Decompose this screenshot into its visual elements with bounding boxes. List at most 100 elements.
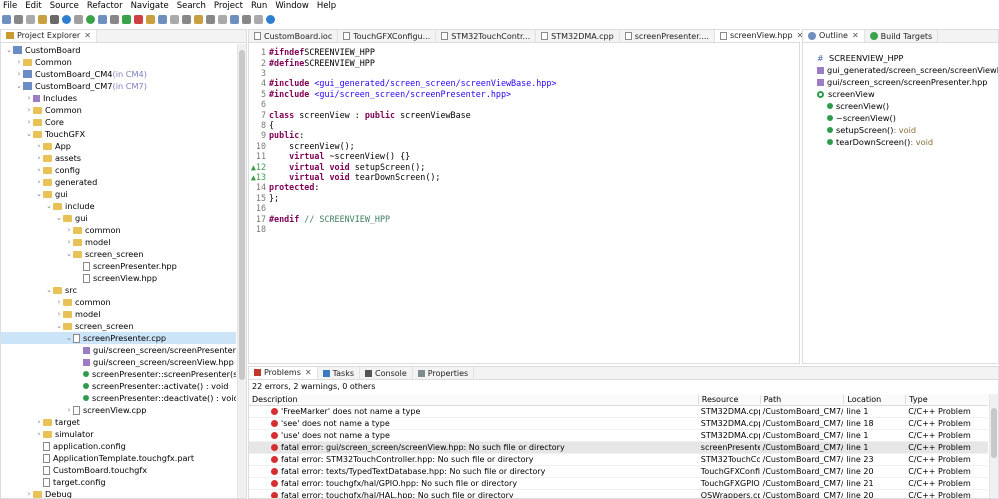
close-icon[interactable]: ✕: [84, 31, 91, 40]
menu-run[interactable]: Run: [251, 1, 267, 11]
problems-tab[interactable]: Tasks: [318, 367, 361, 379]
debug-icon[interactable]: [62, 15, 71, 24]
editor-tab[interactable]: STM32DMA.cpp: [536, 30, 620, 42]
tree-item[interactable]: › Common: [1, 104, 236, 116]
tree-item[interactable]: › model: [1, 236, 236, 248]
tree-item[interactable]: › Includes: [1, 92, 236, 104]
tree-item[interactable]: screenPresenter::deactivate() : void: [1, 392, 236, 404]
prev-annotation-icon[interactable]: [206, 15, 215, 24]
chevron-icon[interactable]: ›: [65, 238, 73, 246]
tree-item[interactable]: › common: [1, 296, 236, 308]
pen-icon[interactable]: [170, 15, 179, 24]
tree-item[interactable]: ⌄ TouchGFX: [1, 128, 236, 140]
outline-item[interactable]: setupScreen() : void: [803, 124, 916, 136]
outline-item[interactable]: gui_generated/screen_screen/screenViewBa…: [803, 64, 998, 76]
tree-item[interactable]: ⌄ screen_screen: [1, 248, 236, 260]
menu-edit[interactable]: Edit: [25, 1, 41, 11]
problems-tab[interactable]: Properties: [413, 367, 475, 379]
stop-icon[interactable]: [134, 15, 143, 24]
back-icon[interactable]: [230, 15, 239, 24]
code-area[interactable]: 1 #ifndefSCREENVIEW_HPP 2 #defineSCREENVIEW…: [249, 44, 799, 363]
outline-tab[interactable]: Build Targets: [865, 30, 939, 42]
menu-navigate[interactable]: Navigate: [131, 1, 169, 11]
problem-row[interactable]: 'see' does not name a type STM32DMA.cpp/C…: [249, 418, 988, 430]
tree-item[interactable]: › config: [1, 164, 236, 176]
info-icon[interactable]: [266, 15, 275, 24]
menu-help[interactable]: Help: [317, 1, 336, 11]
tree-item[interactable]: ⌄ gui: [1, 188, 236, 200]
editor-tab[interactable]: CustomBoard.ioc: [249, 30, 339, 42]
tree-item[interactable]: ApplicationTemplate.touchgfx.part: [1, 452, 236, 464]
run-icon[interactable]: [86, 15, 95, 24]
menu-file[interactable]: File: [3, 1, 17, 11]
tree-item[interactable]: ⌄ src: [1, 284, 236, 296]
chevron-icon[interactable]: ⌄: [35, 190, 43, 198]
outline-item[interactable]: ~screenView(): [803, 112, 896, 124]
tree-item[interactable]: ⌄ screenPresenter.cpp: [1, 332, 236, 344]
outline-item[interactable]: # SCREENVIEW_HPP: [803, 52, 903, 64]
column-header[interactable]: Description: [249, 395, 698, 404]
close-icon[interactable]: ✕: [305, 368, 312, 377]
profile-icon[interactable]: [98, 15, 107, 24]
toggle-icon[interactable]: [194, 15, 203, 24]
problem-row[interactable]: fatal error: touchgfx/hal/HAL.hpp: No su…: [249, 490, 988, 498]
tree-item[interactable]: › Core: [1, 116, 236, 128]
search-icon[interactable]: [158, 15, 167, 24]
tree-item[interactable]: › generated: [1, 176, 236, 188]
tree-item[interactable]: screenPresenter::activate() : void: [1, 380, 236, 392]
next-annotation-icon[interactable]: [218, 15, 227, 24]
settings-icon[interactable]: [74, 15, 83, 24]
chevron-icon[interactable]: ›: [55, 298, 63, 306]
tree-item[interactable]: › Debug: [1, 488, 236, 498]
tree-item[interactable]: › screenView.cpp: [1, 404, 236, 416]
column-header[interactable]: Location: [843, 395, 905, 404]
open-folder-icon[interactable]: [146, 15, 155, 24]
problem-row[interactable]: 'use' does not name a type STM32DMA.cpp/C…: [249, 430, 988, 442]
problems-scrollbar[interactable]: [989, 394, 998, 498]
tree-item[interactable]: application.config: [1, 440, 236, 452]
column-header[interactable]: Type: [905, 395, 988, 404]
chevron-icon[interactable]: ›: [35, 142, 43, 150]
open-icon[interactable]: [38, 15, 47, 24]
tree-item[interactable]: › common: [1, 224, 236, 236]
tree-item[interactable]: screenPresenter::screenPresenter(screenV: [1, 368, 236, 380]
chevron-icon[interactable]: ›: [35, 166, 43, 174]
tree-item[interactable]: target.config: [1, 476, 236, 488]
outline-item[interactable]: tearDownScreen() : void: [803, 136, 933, 148]
tree-item[interactable]: › simulator: [1, 428, 236, 440]
chevron-icon[interactable]: ›: [65, 226, 73, 234]
menu-refactor[interactable]: Refactor: [87, 1, 123, 11]
chevron-icon[interactable]: ⌄: [15, 82, 23, 90]
problems-tab[interactable]: Console: [360, 367, 413, 379]
chevron-icon[interactable]: ›: [25, 118, 33, 126]
tree-item[interactable]: › App: [1, 140, 236, 152]
tree-item[interactable]: screenPresenter.hpp: [1, 260, 236, 272]
chevron-icon[interactable]: ›: [15, 58, 23, 66]
chevron-icon[interactable]: ›: [15, 70, 23, 78]
outline-item[interactable]: screenView: [803, 88, 875, 100]
tree-item[interactable]: ⌄ CustomBoard: [1, 44, 236, 56]
marker-icon[interactable]: [182, 15, 191, 24]
menu-source[interactable]: Source: [50, 1, 79, 11]
tab-project-explorer[interactable]: Project Explorer ✕: [1, 30, 97, 42]
chevron-icon[interactable]: ⌄: [25, 130, 33, 138]
editor-tab[interactable]: TouchGFXConfigu...: [338, 30, 437, 42]
tree-item[interactable]: CustomBoard.touchgfx: [1, 464, 236, 476]
chevron-icon[interactable]: ⌄: [45, 286, 53, 294]
chevron-icon[interactable]: ⌄: [55, 214, 63, 222]
editor-tab[interactable]: screenPresenter....: [620, 30, 715, 42]
forward-icon[interactable]: [242, 15, 251, 24]
problems-tab[interactable]: Problems ✕: [249, 367, 318, 379]
build-icon[interactable]: [110, 15, 119, 24]
new-icon[interactable]: [2, 15, 11, 24]
menu-search[interactable]: Search: [177, 1, 206, 11]
tree-item[interactable]: ⌄ gui: [1, 212, 236, 224]
menu-project[interactable]: Project: [214, 1, 243, 11]
tree-item[interactable]: › model: [1, 308, 236, 320]
tree-item[interactable]: ⌄ include: [1, 200, 236, 212]
menu-window[interactable]: Window: [275, 1, 309, 11]
tree-item[interactable]: gui/screen_screen/screenView.hpp: [1, 356, 236, 368]
maximize-icon[interactable]: [254, 15, 263, 24]
tree-item[interactable]: screenView.hpp: [1, 272, 236, 284]
run-last-icon[interactable]: [122, 15, 131, 24]
